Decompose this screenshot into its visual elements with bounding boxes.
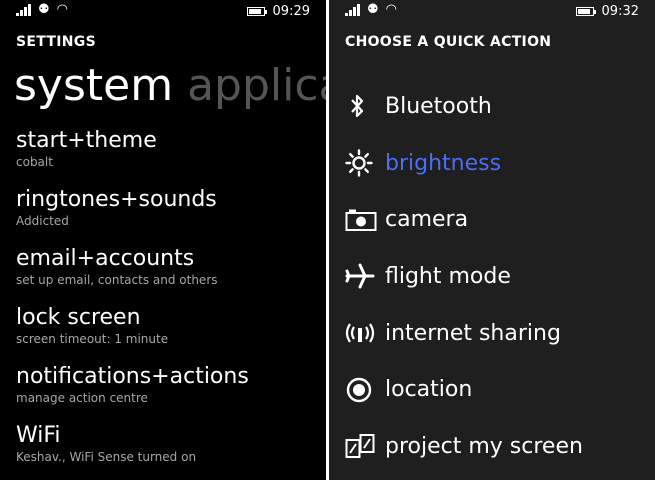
setting-title: start+theme <box>16 128 157 153</box>
quick-action-panel: ⚉ ◠ 09:32 CHOOSE A QUICK ACTION Bluetoot… <box>329 0 655 480</box>
setting-subtitle: screen timeout: 1 minute <box>16 332 169 346</box>
quick-action-label: Bluetooth <box>385 93 492 119</box>
location-icon <box>345 376 385 404</box>
setting-title: lock screen <box>16 305 141 330</box>
clock: 09:32 <box>601 4 639 19</box>
quick-action-label: brightness <box>385 150 502 176</box>
setting-title: email+accounts <box>16 246 195 271</box>
setting-notifications-actions[interactable]: notifications+actions manage action cent… <box>16 364 326 423</box>
setting-title: WiFi <box>16 423 61 448</box>
quick-action-label: flight mode <box>385 263 511 289</box>
camera-icon <box>345 208 385 232</box>
pivot-item-system[interactable]: system <box>14 60 173 111</box>
quick-action-brightness[interactable]: brightness <box>345 135 655 192</box>
section-title: SETTINGS <box>16 34 96 50</box>
settings-list: start+theme cobalt ringtones+sounds Addi… <box>16 128 326 480</box>
wifi-icon: ◠ <box>56 2 68 17</box>
setting-subtitle: Addicted <box>16 214 69 228</box>
quick-action-label: location <box>385 377 473 403</box>
data-connection-icon: ⚉ <box>38 2 50 17</box>
quick-action-label: internet sharing <box>385 320 561 346</box>
pivot-header: system applicat <box>14 58 326 114</box>
signal-strength-icon <box>345 4 360 16</box>
setting-subtitle: cobalt <box>16 155 53 169</box>
airplane-icon <box>345 262 385 290</box>
settings-panel: ⚉ ◠ 09:29 SETTINGS system applicat start+… <box>0 0 326 480</box>
setting-title: ringtones+sounds <box>16 187 217 212</box>
pivot-item-applications[interactable]: applicat <box>187 60 326 111</box>
section-title: CHOOSE A QUICK ACTION <box>345 34 552 50</box>
wifi-icon: ◠ <box>385 2 397 17</box>
setting-subtitle: set up email, contacts and others <box>16 273 218 287</box>
setting-subtitle: Keshav., WiFi Sense turned on <box>16 450 197 464</box>
status-bar: ⚉ ◠ 09:32 <box>329 0 655 24</box>
setting-wifi[interactable]: WiFi Keshav., WiFi Sense turned on <box>16 423 326 480</box>
setting-lock-screen[interactable]: lock screen screen timeout: 1 minute <box>16 305 326 364</box>
project-screen-icon <box>345 433 385 459</box>
quick-action-camera[interactable]: camera <box>345 191 655 248</box>
setting-subtitle: manage action centre <box>16 391 148 405</box>
setting-start-theme[interactable]: start+theme cobalt <box>16 128 326 187</box>
quick-action-location[interactable]: location <box>345 361 655 418</box>
brightness-icon <box>345 149 385 177</box>
signal-strength-icon <box>16 4 31 16</box>
quick-action-project-my-screen[interactable]: project my screen <box>345 418 655 475</box>
bluetooth-icon <box>345 93 385 119</box>
quick-action-label: project my screen <box>385 433 583 459</box>
setting-ringtones-sounds[interactable]: ringtones+sounds Addicted <box>16 187 326 246</box>
setting-title: notifications+actions <box>16 364 249 389</box>
quick-action-internet-sharing[interactable]: internet sharing <box>345 305 655 362</box>
battery-icon <box>575 7 596 16</box>
quick-action-flight-mode[interactable]: flight mode <box>345 248 655 305</box>
quick-action-bluetooth[interactable]: Bluetooth <box>345 78 655 135</box>
battery-icon <box>246 7 267 16</box>
quick-action-list: Bluetooth brightness camera flight mode … <box>345 78 655 475</box>
quick-action-label: camera <box>385 207 469 233</box>
data-connection-icon: ⚉ <box>367 2 379 17</box>
setting-email-accounts[interactable]: email+accounts set up email, contacts an… <box>16 246 326 305</box>
clock: 09:29 <box>272 4 310 19</box>
internet-sharing-icon <box>345 321 385 345</box>
status-bar: ⚉ ◠ 09:29 <box>0 0 326 24</box>
